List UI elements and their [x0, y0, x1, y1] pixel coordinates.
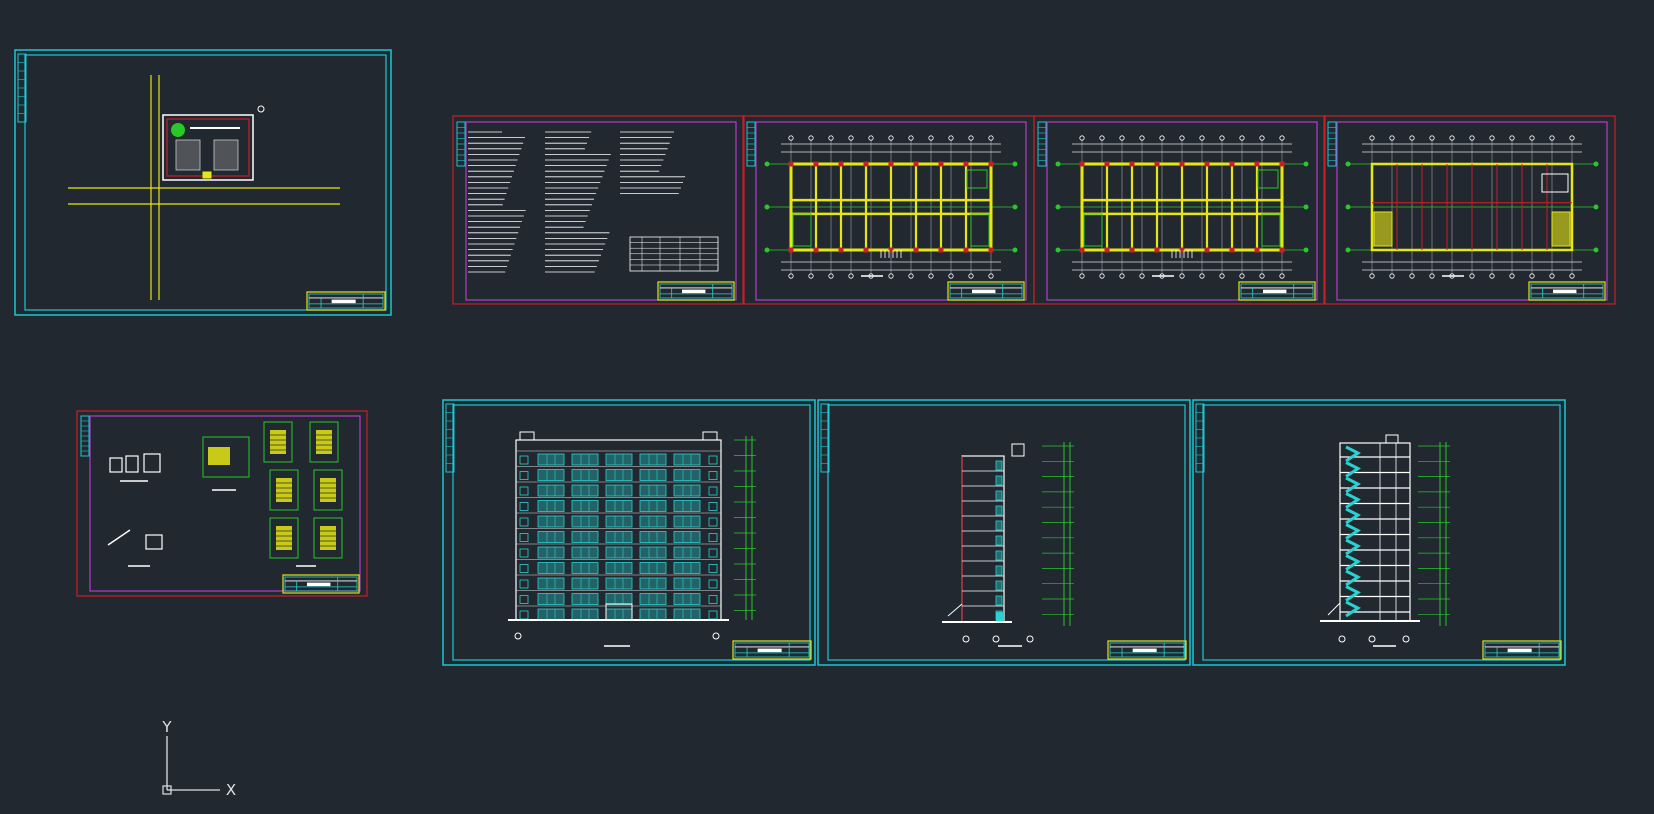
sheet-plan-ground-floor[interactable] — [742, 115, 1035, 305]
sheet-elevation-side[interactable] — [817, 399, 1191, 666]
drawing-canvas[interactable]: Y X — [0, 0, 1654, 810]
sheet-plan-roof[interactable] — [1323, 115, 1616, 305]
north-arrow-icon — [257, 105, 265, 113]
sheet-site-plan[interactable] — [14, 49, 392, 316]
ucs-axis-icon — [162, 736, 220, 795]
sheet-design-notes[interactable] — [452, 115, 745, 305]
ucs-x-label: X — [226, 781, 236, 799]
model-space-canvas[interactable]: Y X — [0, 0, 1654, 810]
ucs-y-label: Y — [161, 718, 172, 736]
sheet-section[interactable] — [1192, 399, 1566, 666]
sheet-plan-typical-floor[interactable] — [1033, 115, 1326, 305]
sheet-elevation-front[interactable] — [442, 399, 816, 666]
sheet-details[interactable] — [76, 410, 368, 597]
